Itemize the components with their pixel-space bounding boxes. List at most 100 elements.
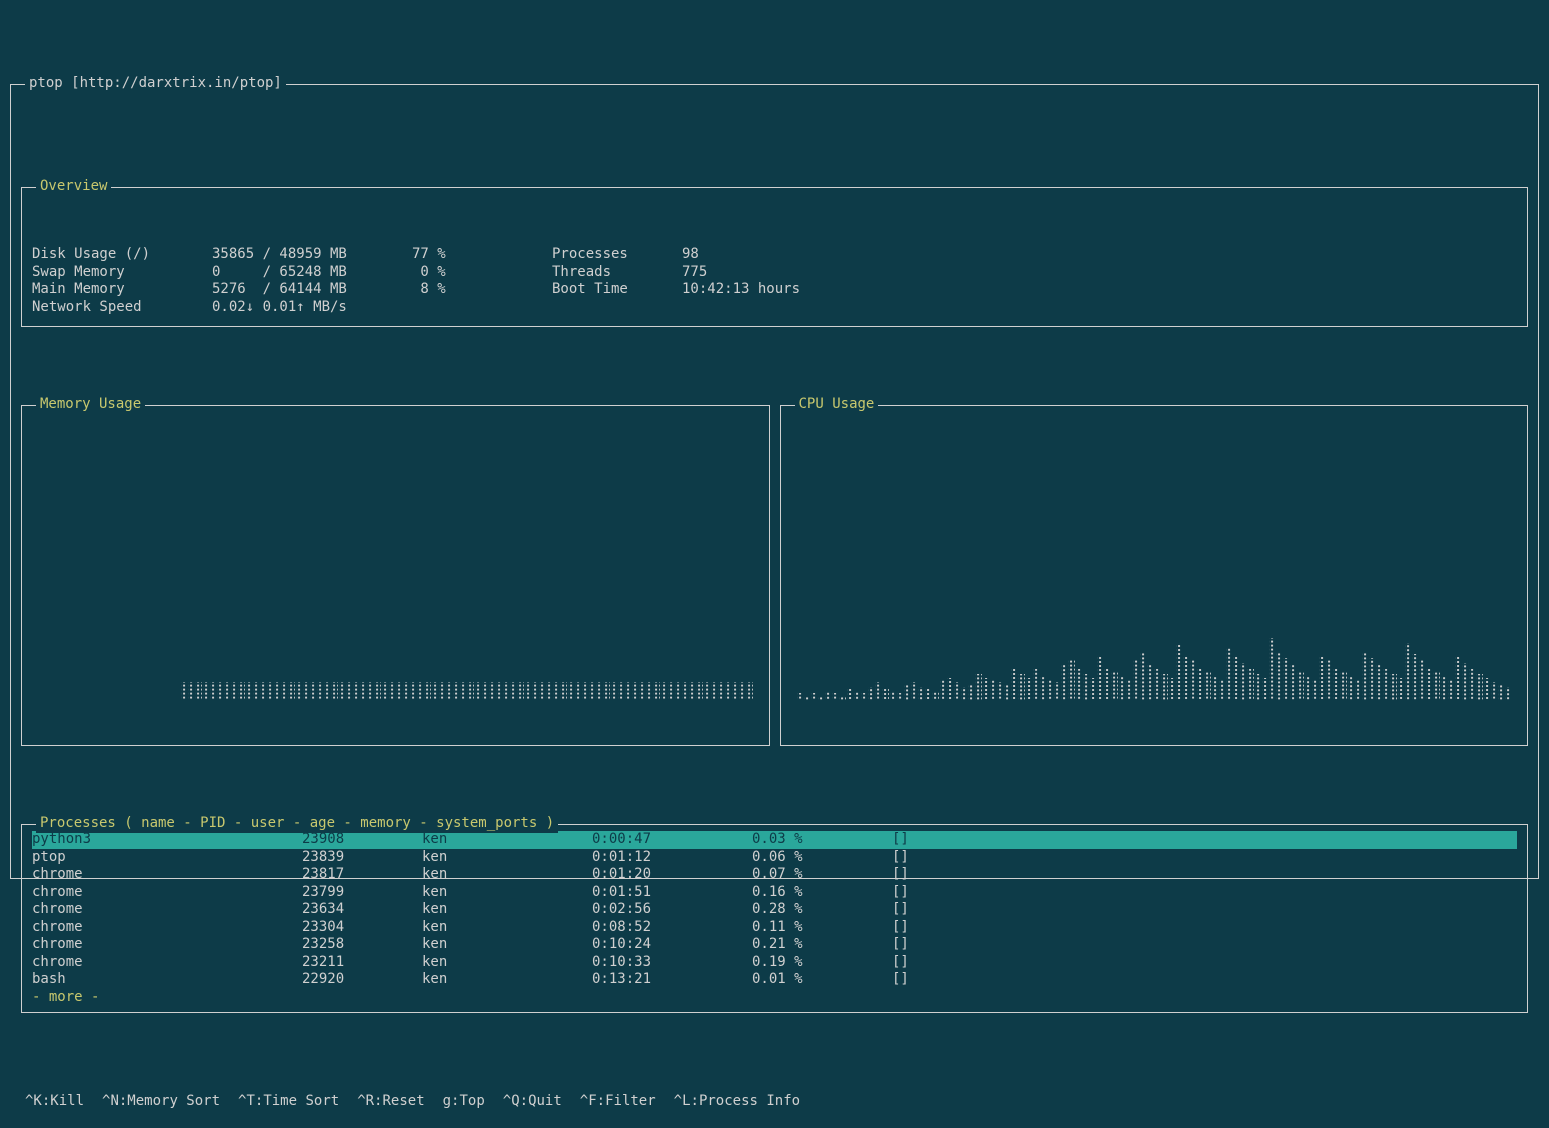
table-row[interactable]: chrome23304ken0:08:520.11 %[] xyxy=(32,919,1517,937)
chart-bar xyxy=(432,682,438,700)
overview-label: Disk Usage (/) xyxy=(32,246,212,264)
chart-bar xyxy=(188,682,194,700)
proc-name: ptop xyxy=(32,849,302,867)
overview-row: Disk Usage (/)35865 / 48959 MB77 %Proces… xyxy=(32,246,1517,264)
chart-bar xyxy=(911,682,917,700)
proc-user: ken xyxy=(422,919,592,937)
chart-bar xyxy=(882,689,888,700)
proc-memory: 0.19 % xyxy=(752,954,892,972)
proc-user: ken xyxy=(422,971,592,989)
chart-bar xyxy=(453,682,459,700)
chart-bar xyxy=(553,682,559,700)
chart-bar xyxy=(711,682,717,700)
chart-bar xyxy=(546,682,552,700)
chart-bar xyxy=(1362,652,1368,700)
processes-title: Processes ( name - PID - user - age - me… xyxy=(36,815,558,833)
chart-bar xyxy=(195,682,201,700)
chart-bar xyxy=(231,682,237,700)
table-row[interactable]: chrome23258ken0:10:240.21 %[] xyxy=(32,936,1517,954)
chart-bar xyxy=(661,682,667,700)
chart-bar xyxy=(1090,678,1096,700)
chart-bar xyxy=(947,678,953,700)
proc-name: python3 xyxy=(32,831,302,849)
chart-bar xyxy=(746,682,752,700)
overview-row: Network Speed0.02↓ 0.01↑ MB/s xyxy=(32,299,1517,317)
hotkey-hint: ^R:Reset xyxy=(357,1093,424,1111)
chart-bar xyxy=(424,682,430,700)
chart-bar xyxy=(625,682,631,700)
chart-bar xyxy=(1040,676,1046,700)
chart-bar xyxy=(575,682,581,700)
proc-pid: 23799 xyxy=(302,884,422,902)
proc-memory: 0.07 % xyxy=(752,866,892,884)
chart-bar xyxy=(1026,678,1032,700)
chart-bar xyxy=(904,685,910,700)
proc-memory: 0.01 % xyxy=(752,971,892,989)
proc-name: chrome xyxy=(32,866,302,884)
chart-bar xyxy=(818,696,824,700)
proc-ports: [] xyxy=(892,831,952,849)
chart-bar xyxy=(288,682,294,700)
chart-bar xyxy=(611,682,617,700)
chart-bar xyxy=(653,682,659,700)
chart-bar xyxy=(246,682,252,700)
overview-row: Swap Memory0 / 65248 MB 0 %Threads775 xyxy=(32,264,1517,282)
chart-bar xyxy=(303,682,309,700)
proc-pid: 23211 xyxy=(302,954,422,972)
chart-bar xyxy=(1176,645,1182,700)
memory-usage-chart xyxy=(32,464,759,704)
table-row[interactable]: ptop23839ken0:01:120.06 %[] xyxy=(32,849,1517,867)
chart-bar xyxy=(410,682,416,700)
overview-label: Network Speed xyxy=(32,299,212,317)
table-row[interactable]: chrome23634ken0:02:560.28 %[] xyxy=(32,901,1517,919)
chart-bar xyxy=(804,696,810,700)
window-title: ptop [http://darxtrix.in/ptop] xyxy=(25,75,286,93)
chart-bar xyxy=(1047,680,1053,700)
chart-bar xyxy=(1147,665,1153,700)
chart-bar xyxy=(718,682,724,700)
chart-bar xyxy=(396,682,402,700)
overview-percent: 8 % xyxy=(412,281,552,299)
proc-age: 0:08:52 xyxy=(592,919,752,937)
proc-user: ken xyxy=(422,936,592,954)
chart-bar xyxy=(1426,667,1432,700)
chart-bar xyxy=(1340,671,1346,700)
chart-bar xyxy=(646,682,652,700)
chart-bar xyxy=(1312,680,1318,700)
proc-ports: [] xyxy=(892,849,952,867)
table-row[interactable]: python323908ken0:00:470.03 %[] xyxy=(32,831,1517,849)
hotkey-hint: ^L:Process Info xyxy=(674,1093,800,1111)
cpu-usage-title: CPU Usage xyxy=(795,396,879,414)
chart-bar xyxy=(1405,643,1411,700)
proc-pid: 23634 xyxy=(302,901,422,919)
proc-name: chrome xyxy=(32,919,302,937)
hotkey-bar: ^K:Kill^N:Memory Sort^T:Time Sort^R:Rese… xyxy=(21,1093,1528,1111)
chart-bar xyxy=(482,682,488,700)
table-row[interactable]: chrome23799ken0:01:510.16 %[] xyxy=(32,884,1517,902)
chart-bar xyxy=(918,687,924,700)
chart-bar xyxy=(811,693,817,700)
chart-bar xyxy=(1390,674,1396,700)
table-row[interactable]: chrome23817ken0:01:200.07 %[] xyxy=(32,866,1517,884)
chart-bar xyxy=(260,682,266,700)
chart-bar xyxy=(475,682,481,700)
chart-bar xyxy=(1247,669,1253,700)
chart-bar xyxy=(1448,680,1454,700)
proc-ports: [] xyxy=(892,866,952,884)
proc-memory: 0.21 % xyxy=(752,936,892,954)
chart-bar xyxy=(1462,663,1468,700)
proc-age: 0:10:24 xyxy=(592,936,752,954)
overview-percent: 0 % xyxy=(412,264,552,282)
chart-bar xyxy=(503,682,509,700)
table-row[interactable]: bash22920ken0:13:210.01 %[] xyxy=(32,971,1517,989)
table-row[interactable]: chrome23211ken0:10:330.19 %[] xyxy=(32,954,1517,972)
chart-bar xyxy=(618,682,624,700)
chart-bar xyxy=(990,680,996,700)
chart-bar xyxy=(331,682,337,700)
chart-bar xyxy=(997,682,1003,700)
chart-bar xyxy=(1319,656,1325,700)
hotkey-hint: ^K:Kill xyxy=(25,1093,84,1111)
chart-bar xyxy=(560,682,566,700)
chart-bar xyxy=(675,682,681,700)
chart-bar xyxy=(1140,652,1146,700)
